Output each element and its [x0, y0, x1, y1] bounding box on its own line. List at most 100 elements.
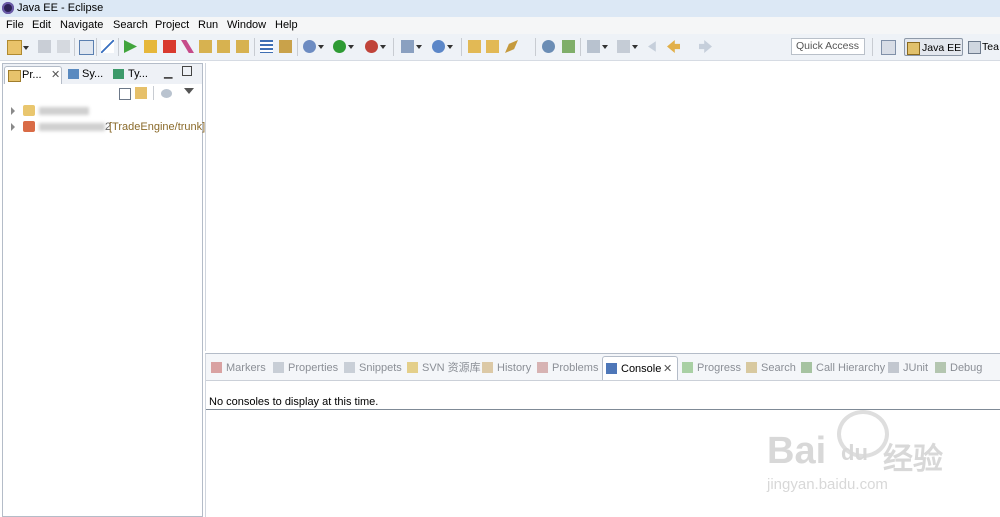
- open-type-icon[interactable]: [468, 40, 481, 53]
- tab-svn-repository[interactable]: SVN 资源库: [407, 360, 481, 376]
- open-task-icon[interactable]: [486, 40, 499, 53]
- tab-console[interactable]: Console ✕: [602, 356, 678, 380]
- debug-run-icon[interactable]: [303, 40, 324, 53]
- tab-progress[interactable]: Progress: [682, 360, 741, 376]
- tab-label: Snippets: [359, 362, 402, 374]
- next-annotation-icon[interactable]: [587, 40, 608, 53]
- toolbar-separator: [393, 38, 394, 56]
- previous-annotation-icon[interactable]: [617, 40, 638, 53]
- save-icon[interactable]: [38, 40, 51, 53]
- tab-system[interactable]: Sy...: [65, 66, 107, 84]
- tab-label: Call Hierarchy: [816, 362, 886, 374]
- servers-icon[interactable]: [260, 40, 273, 53]
- tab-label: Progress: [697, 362, 742, 374]
- system-view-icon: [68, 69, 79, 79]
- project-explorer-view: Pr... ✕ Sy... Ty... ▁ 2 [TradeEngine/tru…: [2, 63, 206, 517]
- debug-icon: [935, 362, 946, 373]
- menu-project[interactable]: Project: [155, 19, 189, 31]
- expand-arrow-icon[interactable]: [11, 123, 15, 131]
- tree-item[interactable]: [11, 104, 191, 118]
- close-icon[interactable]: ✕: [663, 357, 672, 381]
- skip-breakpoints-icon[interactable]: [101, 40, 114, 53]
- properties-icon: [273, 362, 284, 373]
- toolbar-separator: [872, 38, 873, 56]
- toggle-mark-occurrences-icon[interactable]: [562, 40, 575, 53]
- redacted-project-name: [39, 107, 89, 115]
- console-icon: [606, 363, 617, 374]
- forward-icon[interactable]: [699, 40, 712, 53]
- left-tab-row: Pr... ✕ Sy... Ty... ▁: [3, 64, 202, 84]
- menu-edit[interactable]: Edit: [32, 19, 51, 31]
- tab-search[interactable]: Search: [746, 360, 796, 376]
- tab-junit[interactable]: JUnit: [888, 360, 928, 376]
- expand-arrow-icon[interactable]: [11, 107, 15, 115]
- suspend-icon[interactable]: [144, 40, 157, 53]
- last-edit-location-icon[interactable]: [648, 41, 656, 52]
- menu-navigate[interactable]: Navigate: [60, 19, 103, 31]
- step-over-icon[interactable]: [217, 40, 230, 53]
- menu-bar: File Edit Navigate Search Project Run Wi…: [0, 17, 1000, 34]
- tab-markers[interactable]: Markers: [211, 360, 266, 376]
- search-flashlight-icon[interactable]: [505, 40, 518, 53]
- tab-history[interactable]: History: [482, 360, 531, 376]
- tab-debug[interactable]: Debug: [935, 360, 982, 376]
- maximize-icon[interactable]: [182, 66, 192, 76]
- markers-icon: [211, 362, 222, 373]
- run-icon[interactable]: [333, 40, 354, 53]
- tab-label: Problems: [552, 362, 599, 374]
- new-icon[interactable]: [7, 40, 29, 55]
- menu-file[interactable]: File: [6, 19, 24, 31]
- tab-label: Sy...: [82, 68, 104, 80]
- editor-area[interactable]: [205, 63, 1000, 351]
- tab-type-hierarchy[interactable]: Ty...: [110, 66, 154, 84]
- tab-snippets[interactable]: Snippets: [344, 360, 402, 376]
- tab-label: Pr...: [22, 69, 42, 81]
- tree-item[interactable]: 2 [TradeEngine/trunk]: [11, 120, 206, 134]
- watermark-brand-2: du: [841, 440, 868, 465]
- tab-call-hierarchy[interactable]: Call Hierarchy: [801, 360, 885, 376]
- tab-project-explorer[interactable]: Pr... ✕: [4, 66, 62, 84]
- toolbar-separator: [254, 38, 255, 56]
- new-class-icon[interactable]: [432, 40, 453, 53]
- perspective-java-ee[interactable]: Java EE: [904, 38, 963, 56]
- project-icon: [23, 105, 35, 116]
- disconnect-icon[interactable]: [181, 40, 194, 53]
- bottom-tab-row: Markers Properties Snippets SVN 资源库 Hist…: [206, 354, 1000, 381]
- toolbar-separator: [96, 38, 97, 56]
- focus-task-icon[interactable]: [161, 89, 172, 98]
- tab-label: Console: [621, 363, 662, 375]
- link-with-editor-icon[interactable]: [135, 87, 147, 99]
- external-tools-icon[interactable]: [365, 40, 386, 53]
- redacted-project-name: [39, 123, 105, 131]
- perspective-team[interactable]: Tea: [966, 38, 1000, 56]
- open-console-icon[interactable]: [79, 40, 94, 55]
- svn-repo-icon: [407, 362, 418, 373]
- menu-run[interactable]: Run: [198, 19, 218, 31]
- call-hierarchy-icon: [801, 362, 812, 373]
- menu-search[interactable]: Search: [113, 19, 148, 31]
- view-menu-icon[interactable]: [184, 88, 194, 94]
- back-icon[interactable]: [667, 40, 680, 53]
- new-java-project-icon[interactable]: [401, 40, 422, 53]
- collapse-all-icon[interactable]: [119, 88, 131, 100]
- toolbar-separator: [297, 38, 298, 56]
- step-return-icon[interactable]: [236, 40, 249, 53]
- resume-icon[interactable]: [124, 40, 137, 53]
- snippets-icon: [344, 362, 355, 373]
- open-perspective-icon[interactable]: [881, 40, 896, 55]
- save-all-icon[interactable]: [57, 40, 70, 53]
- tab-properties[interactable]: Properties: [273, 360, 338, 376]
- menu-help[interactable]: Help: [275, 19, 298, 31]
- minimize-icon[interactable]: ▁: [164, 66, 172, 79]
- tab-problems[interactable]: Problems: [537, 360, 598, 376]
- quick-access-input[interactable]: Quick Access: [791, 38, 865, 55]
- new-server-icon[interactable]: [279, 40, 292, 53]
- menu-window[interactable]: Window: [227, 19, 266, 31]
- svn-branch-label: [TradeEngine/trunk]: [109, 121, 206, 133]
- close-icon[interactable]: ✕: [51, 67, 60, 83]
- svn-project-icon: [23, 121, 35, 132]
- web-browser-icon[interactable]: [542, 40, 555, 53]
- team-perspective-icon: [968, 41, 981, 54]
- step-into-icon[interactable]: [199, 40, 212, 53]
- terminate-icon[interactable]: [163, 40, 176, 53]
